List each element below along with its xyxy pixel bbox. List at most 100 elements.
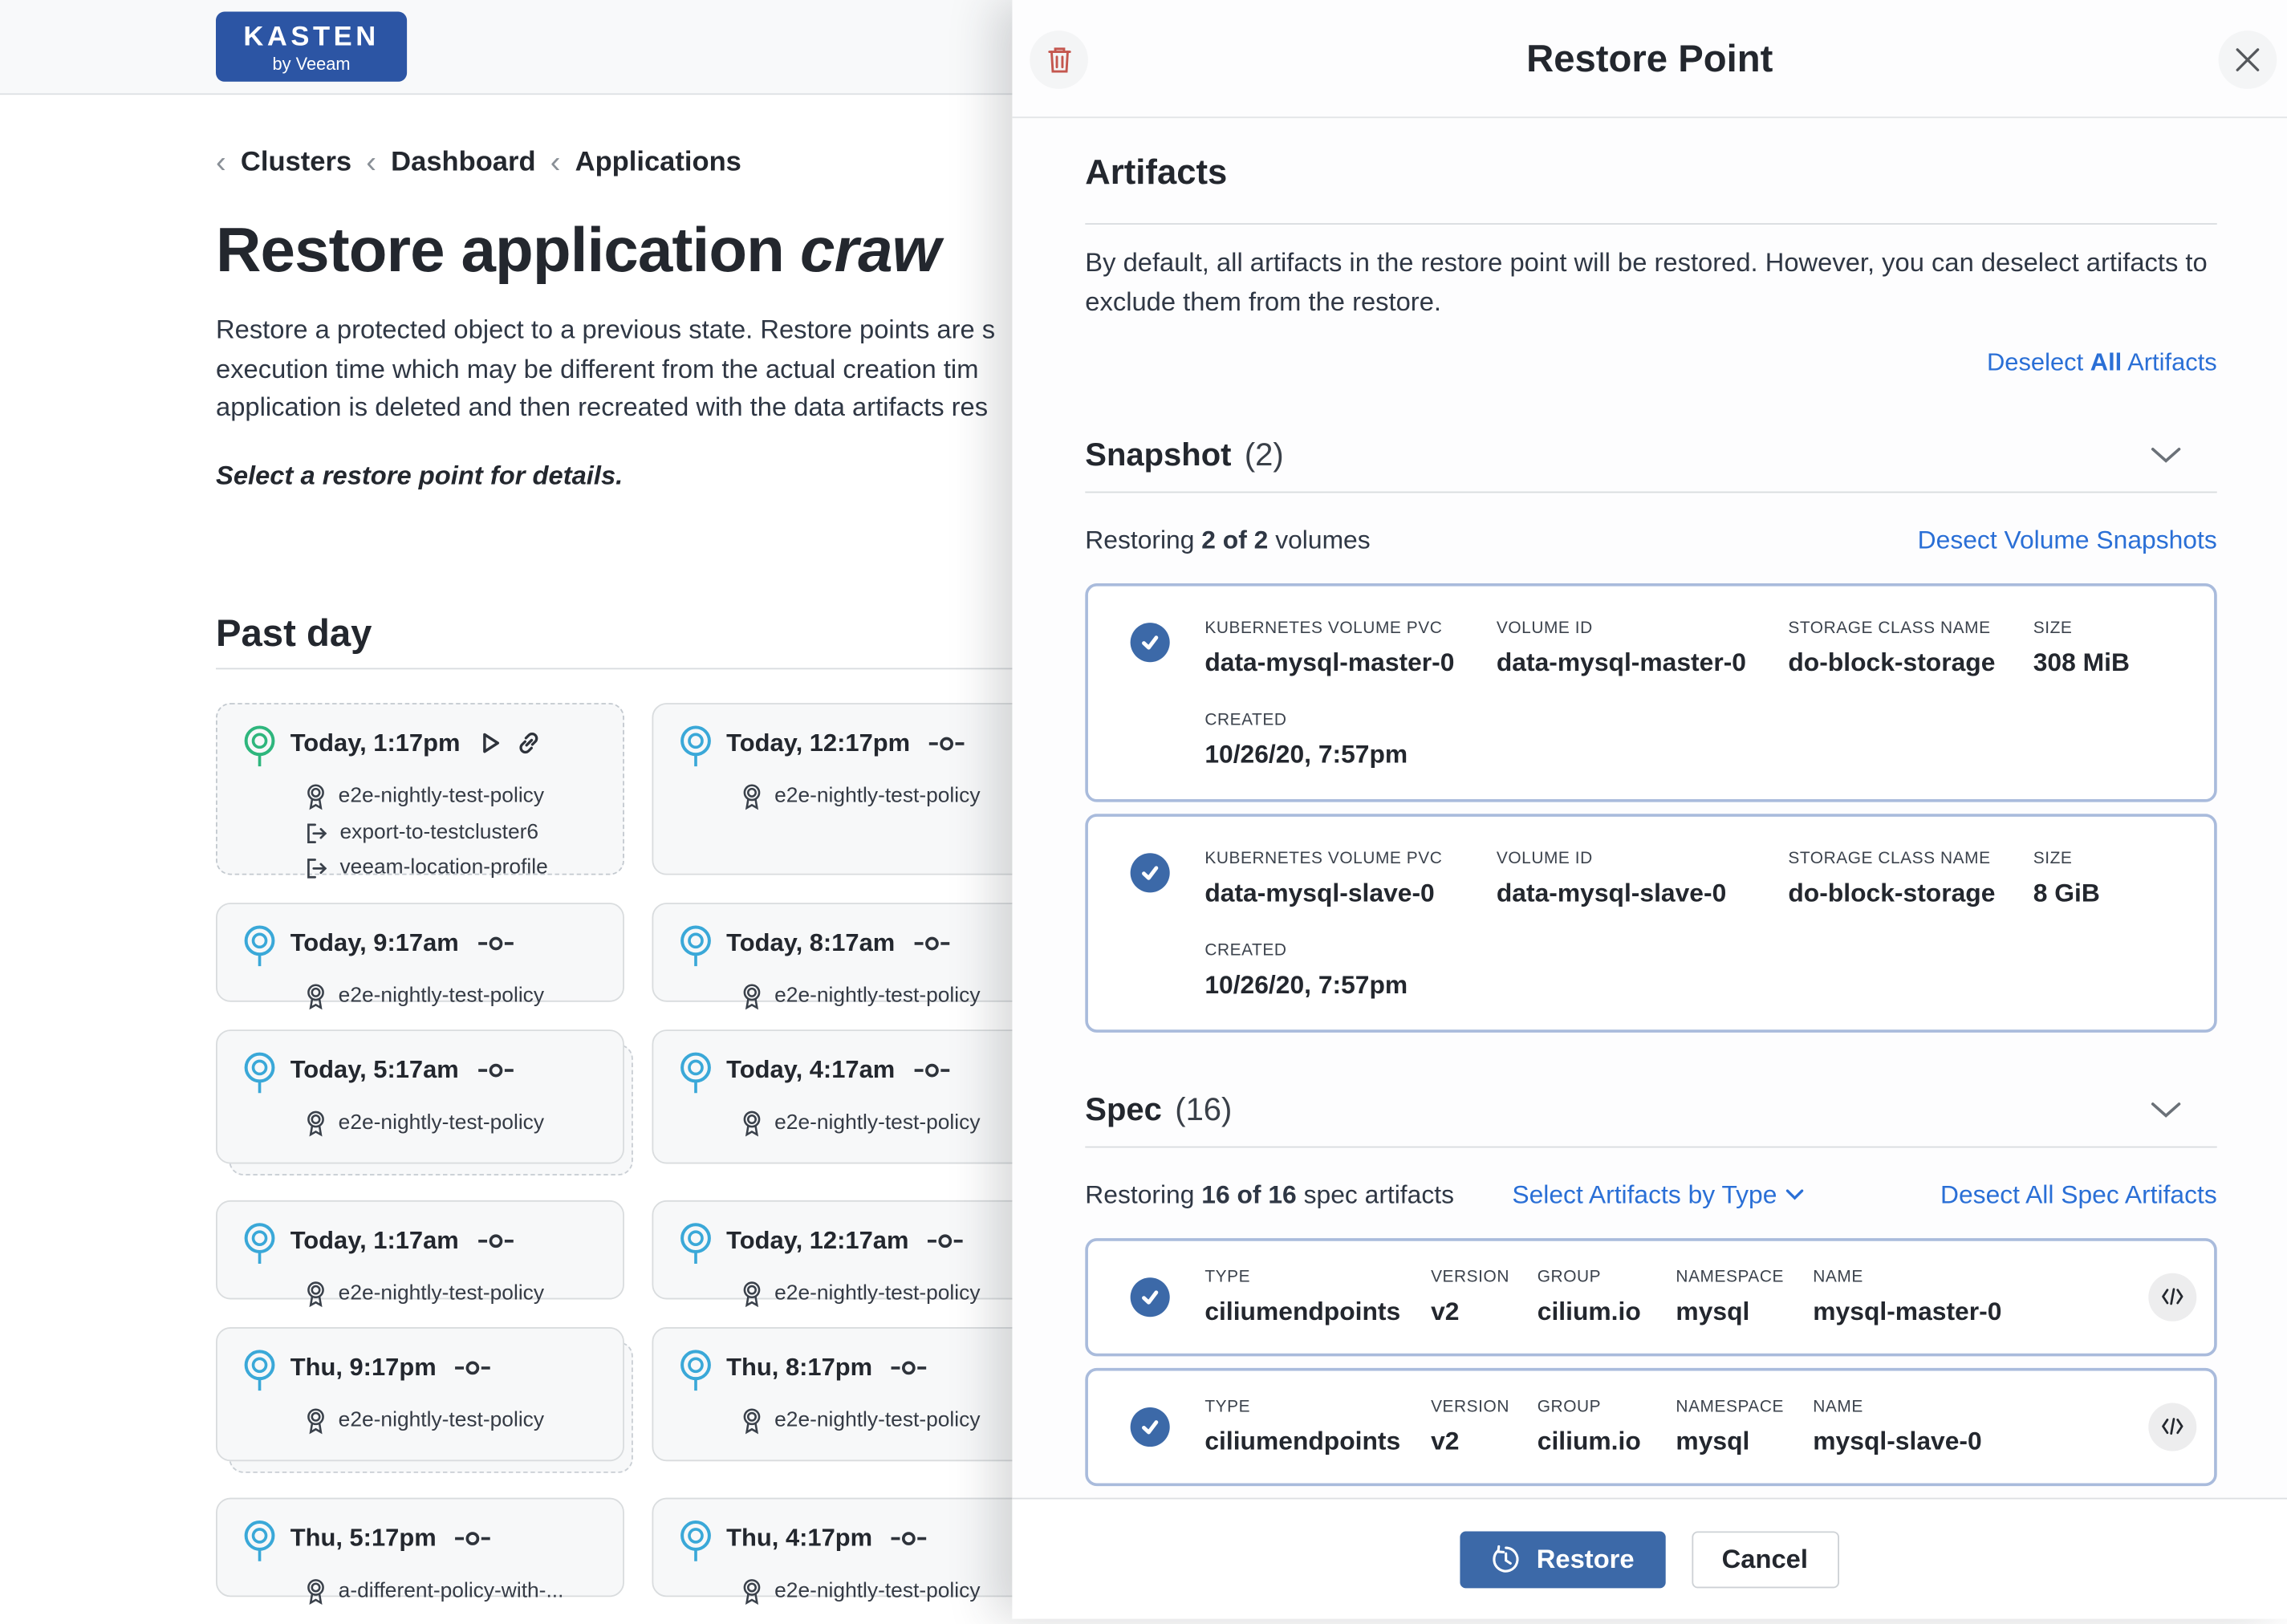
check-icon: [1138, 1285, 1163, 1309]
restore-point-card[interactable]: Today, 1:17pm e2e-nightly-test-policy ex…: [216, 702, 624, 874]
collapse-snapshot-button[interactable]: [2150, 446, 2182, 464]
volume-selected-checkbox[interactable]: [1131, 623, 1170, 662]
deselect-all-spec-artifacts-link[interactable]: Desect All Spec Artifacts: [1940, 1179, 2217, 1210]
restore-point-time: Today, 1:17am: [290, 1226, 459, 1254]
restore-point-card[interactable]: Thu, 4:17pm e2e-nightly-test-policy: [652, 1497, 1060, 1597]
artifact-selected-checkbox[interactable]: [1131, 1277, 1170, 1317]
policy-award-icon: [741, 782, 762, 810]
restore-point-time: Today, 12:17am: [726, 1226, 908, 1254]
manual-snapshot-icon: [890, 1520, 928, 1556]
spec-count: (16): [1175, 1090, 1232, 1128]
manual-snapshot-icon: [477, 1052, 514, 1087]
policy-row: a-different-policy-with-...: [305, 1577, 608, 1606]
policy-award-icon: [741, 1109, 762, 1137]
restore-point-pin-icon: [676, 1220, 714, 1269]
close-panel-button[interactable]: [2219, 30, 2277, 89]
field-group: GROUP cilium.io: [1538, 1267, 1676, 1327]
manual-snapshot-icon: [454, 1520, 492, 1556]
restore-point-card[interactable]: Today, 1:17am e2e-nightly-test-policy: [216, 1200, 624, 1299]
breadcrumb-applications[interactable]: Applications: [575, 148, 741, 180]
restore-point-card[interactable]: Thu, 5:17pm a-different-policy-with-...: [216, 1497, 624, 1597]
chevron-left-icon: ‹: [216, 148, 226, 177]
section-divider: [1085, 223, 2216, 225]
field-size: SIZE 308 MiB: [2033, 618, 2188, 678]
policy-row: e2e-nightly-test-policy: [741, 1577, 1044, 1606]
breadcrumb-clusters[interactable]: Clusters: [241, 148, 351, 180]
export-icon: [305, 820, 328, 845]
restore-point-card[interactable]: Today, 8:17am e2e-nightly-test-policy: [652, 902, 1060, 1001]
view-artifact-yaml-button[interactable]: [2148, 1403, 2196, 1451]
artifacts-heading: Artifacts: [1085, 153, 2216, 194]
link-icon[interactable]: [514, 725, 542, 761]
restore-point-pin-icon: [241, 1347, 278, 1397]
run-action-icon[interactable]: [477, 725, 502, 761]
field-group: GROUP cilium.io: [1538, 1397, 1676, 1457]
policy-row: e2e-nightly-test-policy: [741, 982, 1044, 1010]
restore-button[interactable]: Restore: [1460, 1531, 1665, 1588]
code-icon: [2162, 1289, 2183, 1306]
restore-point-time: Today, 9:17am: [290, 928, 459, 956]
chevron-down-icon: [2150, 1101, 2182, 1119]
restore-point-card[interactable]: Thu, 8:17pm e2e-nightly-test-policy: [652, 1326, 1060, 1460]
restore-point-pin-icon: [241, 723, 278, 773]
select-artifacts-by-type-link[interactable]: Select Artifacts by Type: [1512, 1179, 1805, 1210]
section-divider: [1085, 491, 2216, 493]
restore-point-card[interactable]: Thu, 9:17pm e2e-nightly-test-policy: [216, 1326, 624, 1460]
restore-point-card[interactable]: Today, 9:17am e2e-nightly-test-policy: [216, 902, 624, 1001]
manual-snapshot-icon: [912, 925, 950, 960]
spec-restoring-row: Restoring 16 of 16 spec artifacts Select…: [1085, 1179, 2216, 1210]
restore-point-pin-icon: [241, 1220, 278, 1269]
policy-row: e2e-nightly-test-policy: [741, 1407, 1044, 1435]
kasten-logo[interactable]: KASTEN by Veeam: [216, 12, 407, 82]
chevron-down-icon: [2150, 446, 2182, 464]
view-artifact-yaml-button[interactable]: [2148, 1273, 2196, 1322]
restore-point-pin-icon: [676, 1347, 714, 1397]
restore-point-time: Today, 12:17pm: [726, 729, 910, 757]
volume-selected-checkbox[interactable]: [1131, 853, 1170, 892]
field-volume-id: VOLUME ID data-mysql-master-0: [1497, 618, 1789, 678]
field-name: NAME mysql-master-0: [1813, 1267, 2148, 1327]
collapse-spec-button[interactable]: [2150, 1101, 2182, 1119]
policy-award-icon: [305, 1407, 327, 1435]
restore-point-time: Today, 5:17am: [290, 1055, 459, 1083]
restore-point-panel-footer: Restore Cancel: [1012, 1498, 2287, 1619]
kasten-logo-text: KASTEN: [216, 23, 407, 52]
restore-point-time: Thu, 5:17pm: [290, 1523, 437, 1551]
artifact-selected-checkbox[interactable]: [1131, 1407, 1170, 1447]
restore-point-card[interactable]: Today, 12:17pm e2e-nightly-test-policy: [652, 702, 1060, 874]
restore-point-pin-icon: [676, 723, 714, 773]
code-icon: [2162, 1418, 2183, 1435]
manual-snapshot-icon: [926, 1223, 964, 1258]
field-storage-class-name: STORAGE CLASS NAME do-block-storage: [1788, 849, 2033, 909]
deselect-all-artifacts-link[interactable]: Deselect All Artifacts: [1987, 348, 2217, 376]
policy-award-icon: [305, 982, 327, 1010]
breadcrumb-dashboard[interactable]: Dashboard: [391, 148, 535, 180]
volume-snapshot-card: KUBERNETES VOLUME PVC data-mysql-master-…: [1085, 583, 2216, 802]
manual-snapshot-icon: [454, 1350, 492, 1385]
restore-point-card[interactable]: Today, 5:17am e2e-nightly-test-policy: [216, 1029, 624, 1163]
policy-award-icon: [741, 982, 762, 1010]
policy-row: export-to-testcluster6: [305, 820, 608, 845]
policy-award-icon: [305, 1577, 327, 1606]
deselect-volume-snapshots-link[interactable]: Desect Volume Snapshots: [1918, 525, 2217, 555]
restore-point-card[interactable]: Today, 4:17am e2e-nightly-test-policy: [652, 1029, 1060, 1163]
spec-artifact-card: TYPE ciliumendpoints VERSION v2 GROUP ci…: [1085, 1368, 2216, 1486]
policy-row: e2e-nightly-test-policy: [741, 1280, 1044, 1308]
spec-artifact-card: TYPE ciliumendpoints VERSION v2 GROUP ci…: [1085, 1238, 2216, 1356]
check-icon: [1138, 860, 1163, 885]
cancel-button[interactable]: Cancel: [1692, 1531, 1839, 1588]
snapshot-count: (2): [1245, 436, 1284, 473]
manual-snapshot-icon: [890, 1350, 928, 1385]
kasten-logo-subtext: by Veeam: [216, 54, 407, 74]
delete-restore-point-button[interactable]: [1030, 30, 1088, 89]
manual-snapshot-icon: [477, 925, 514, 960]
restore-point-pin-icon: [676, 1517, 714, 1567]
field-storage-class-name: STORAGE CLASS NAME do-block-storage: [1788, 618, 2033, 678]
field-size: SIZE 8 GiB: [2033, 849, 2188, 909]
restore-point-card[interactable]: Today, 12:17am e2e-nightly-test-policy: [652, 1200, 1060, 1299]
manual-snapshot-icon: [912, 1052, 950, 1087]
spec-restoring-count: 16 of 16: [1201, 1179, 1296, 1210]
policy-award-icon: [305, 782, 327, 810]
field-volume-id: VOLUME ID data-mysql-slave-0: [1497, 849, 1789, 909]
restore-point-panel: Restore Point Artifacts By default, all …: [1012, 0, 2287, 1619]
